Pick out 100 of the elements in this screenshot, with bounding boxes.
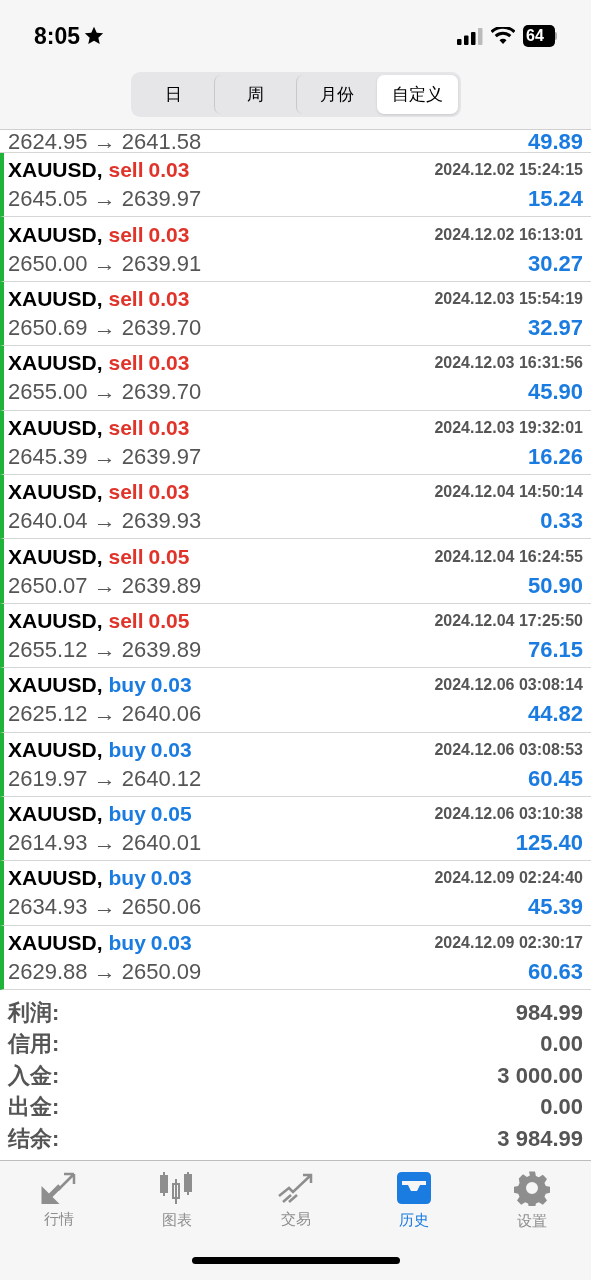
trade-volume: 0.03 [148, 351, 190, 376]
deal-row[interactable]: XAUUSD, sell 0.03 2024.12.04 14:50:14 2640.04 → 2639.93 0.33 [0, 474, 591, 540]
price-range: 2655.00 → 2639.70 [8, 380, 202, 405]
trade-volume: 0.05 [150, 802, 192, 827]
deal-time: 2024.12.06 03:10:38 [434, 804, 583, 825]
trade-volume: 0.03 [150, 866, 192, 891]
trade-side: sell [108, 415, 144, 440]
price-range: 2645.39 → 2639.97 [8, 444, 202, 469]
summary-value: 0.00 [540, 1030, 583, 1059]
deal-row[interactable]: XAUUSD, sell 0.03 2024.12.02 15:24:15 2645.05 → 2639.97 15.24 [0, 153, 591, 218]
trade-side: buy [108, 673, 146, 698]
star-icon [84, 26, 105, 46]
profit-value: 50.90 [527, 573, 583, 598]
summary-label: 出金: [8, 1093, 60, 1122]
deal-row[interactable]: XAUUSD, sell 0.05 2024.12.04 17:25:50 2655.12 → 2639.89 76.15 [0, 603, 591, 669]
symbol-label: XAUUSD, [8, 608, 103, 633]
profit-value: 60.63 [527, 959, 583, 984]
trade-side: sell [108, 351, 144, 376]
trade-side: sell [108, 286, 144, 311]
trade-volume: 0.03 [148, 480, 190, 505]
profit-value: 30.27 [527, 251, 583, 276]
trade-volume: 0.03 [150, 737, 192, 762]
price-range: 2650.69 → 2639.70 [8, 315, 202, 340]
summary-value: 3 000.00 [497, 1061, 583, 1090]
price-range: 2640.04 → 2639.93 [8, 509, 202, 534]
trade-side: buy [108, 737, 146, 762]
deal-row[interactable]: XAUUSD, buy 0.03 2024.12.06 03:08:14 2625.12 → 2640.06 44.82 [0, 668, 591, 733]
trade-side: sell [108, 158, 144, 183]
price-range: 2629.88 → 2650.09 [8, 959, 202, 984]
profit-value: 60.45 [527, 766, 583, 791]
deal-row[interactable]: XAUUSD, sell 0.03 2024.12.03 16:31:56 2655.00 → 2639.70 45.90 [0, 346, 591, 411]
trade-side: sell [108, 544, 144, 569]
trade-side: buy [108, 866, 146, 891]
deal-row[interactable]: XAUUSD, buy 0.03 2024.12.09 02:24:40 2634.93 → 2650.06 45.39 [0, 861, 591, 926]
price-range: 2625.12 → 2640.06 [8, 702, 202, 727]
symbol-label: XAUUSD, [8, 673, 103, 698]
profit-value: 76.15 [527, 637, 583, 662]
trade-side: buy [108, 802, 146, 827]
summary-label: 结余: [8, 1124, 60, 1153]
trade-side: sell [108, 222, 144, 247]
symbol-label: XAUUSD, [8, 480, 103, 505]
profit-value: 49.89 [527, 130, 583, 152]
deal-time: 2024.12.02 16:13:01 [434, 224, 583, 245]
deal-time: 2024.12.03 15:54:19 [434, 288, 583, 309]
deal-row[interactable]: XAUUSD, sell 0.03 2024.12.03 15:54:19 2650.69 → 2639.70 32.97 [0, 281, 591, 347]
symbol-label: XAUUSD, [8, 930, 103, 955]
deal-row[interactable]: XAUUSD, sell 0.03 2024.12.03 19:32:01 2645.39 → 2639.97 16.26 [0, 410, 591, 475]
price-range: 2634.93 → 2650.06 [8, 895, 202, 920]
symbol-label: XAUUSD, [8, 802, 103, 827]
profit-value: 0.33 [540, 509, 583, 534]
profit-value: 45.39 [527, 895, 583, 920]
deal-time: 2024.12.03 16:31:56 [434, 353, 583, 374]
summary-label: 利润: [8, 998, 60, 1027]
segment-tab[interactable]: 自定义 [377, 75, 458, 114]
trade-side: sell [108, 480, 144, 505]
deal-time: 2024.12.02 15:24:15 [434, 160, 583, 181]
price-range: 2650.00 → 2639.91 [8, 251, 202, 276]
deal-time: 2024.12.04 14:50:14 [434, 482, 583, 503]
price-range: 2650.07 → 2639.89 [8, 573, 202, 598]
deal-time: 2024.12.04 16:24:55 [434, 546, 583, 567]
price-range: 2655.12 → 2639.89 [8, 637, 202, 662]
summary-label: 入金: [8, 1061, 60, 1090]
trade-volume: 0.05 [148, 608, 190, 633]
symbol-label: XAUUSD, [8, 866, 103, 891]
summary-value: 984.99 [515, 998, 583, 1027]
deal-row[interactable]: XAUUSD, sell 0.03 2024.12.02 16:13:01 2650.00 → 2639.91 30.27 [0, 217, 591, 282]
deal-time: 2024.12.06 03:08:14 [434, 675, 583, 696]
trade-volume: 0.03 [150, 930, 192, 955]
segment-tab[interactable]: 日 [133, 75, 214, 114]
deal-row[interactable]: XAUUSD, sell 0.05 2024.12.04 16:24:55 2650.07 → 2639.89 50.90 [0, 539, 591, 604]
profit-value: 44.82 [527, 702, 583, 727]
symbol-label: XAUUSD, [8, 158, 103, 183]
profit-value: 125.40 [515, 831, 583, 856]
summary-label: 信用: [8, 1030, 60, 1059]
deal-row[interactable]: XAUUSD, buy 0.03 2024.12.09 02:30:17 2629.88 → 2650.09 60.63 [0, 925, 591, 991]
wifi-icon [491, 27, 515, 45]
deal-row[interactable]: XAUUSD, buy 0.05 2024.12.06 03:10:38 2614.93 → 2640.01 125.40 [0, 796, 591, 862]
deal-time: 2024.12.09 02:24:40 [434, 868, 583, 889]
trade-side: sell [108, 608, 144, 633]
price-range: 2624.95 → 2641.58 [8, 130, 202, 152]
trade-side: buy [108, 930, 146, 955]
tab-bar-item[interactable]: 历史 [354, 1170, 473, 1232]
trade-volume: 0.03 [148, 286, 190, 311]
profit-value: 32.97 [527, 315, 583, 340]
profit-value: 15.24 [527, 187, 583, 212]
price-range: 2619.97 → 2640.12 [8, 766, 202, 791]
symbol-label: XAUUSD, [8, 222, 103, 247]
profit-value: 45.90 [527, 380, 583, 405]
segment-tab[interactable]: 周 [214, 75, 296, 114]
symbol-label: XAUUSD, [8, 737, 103, 762]
trade-volume: 0.03 [148, 158, 190, 183]
symbol-label: XAUUSD, [8, 544, 103, 569]
summary-value: 3 984.99 [497, 1124, 583, 1153]
profit-value: 16.26 [527, 444, 583, 469]
deal-row[interactable]: XAUUSD, buy 0.03 2024.12.06 03:08:53 2619.97 → 2640.12 60.45 [0, 732, 591, 797]
inbox-tray-icon [395, 1170, 432, 1205]
price-range: 2645.05 → 2639.97 [8, 187, 202, 212]
symbol-label: XAUUSD, [8, 415, 103, 440]
summary-value: 0.00 [540, 1093, 583, 1122]
deal-time: 2024.12.03 19:32:01 [434, 417, 583, 438]
